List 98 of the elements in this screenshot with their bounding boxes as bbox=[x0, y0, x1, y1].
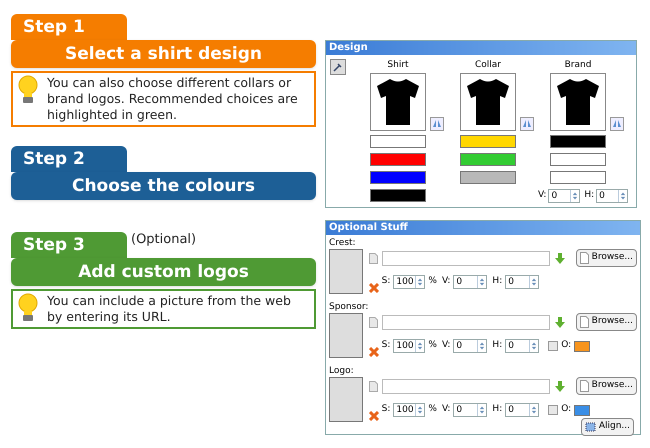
step-banner: Select a shirt design bbox=[11, 40, 316, 68]
percent-label: % bbox=[428, 275, 437, 288]
color-swatch[interactable] bbox=[370, 170, 426, 184]
panel-title: Optional Stuff bbox=[326, 221, 640, 235]
download-arrow-icon bbox=[554, 252, 566, 264]
mirror-button[interactable] bbox=[520, 116, 534, 130]
color-swatch[interactable] bbox=[460, 134, 516, 148]
outline-label: O: bbox=[561, 403, 572, 416]
mirror-icon bbox=[522, 119, 532, 128]
mirror-icon bbox=[612, 119, 622, 128]
browse-button[interactable]: Browse... bbox=[576, 249, 637, 267]
h-label: H: bbox=[492, 403, 502, 416]
row-label: Sponsor: bbox=[329, 302, 370, 313]
h-spinner[interactable]: 0 bbox=[505, 339, 540, 353]
color-swatch[interactable] bbox=[370, 188, 426, 202]
spinner-arrows-icon bbox=[529, 404, 538, 416]
file-icon bbox=[368, 380, 378, 392]
logo-preview bbox=[329, 249, 363, 294]
row-label: Logo: bbox=[329, 366, 355, 377]
logo-preview bbox=[329, 377, 363, 422]
percent-label: % bbox=[428, 339, 437, 352]
percent-label: % bbox=[428, 403, 437, 416]
color-swatch[interactable] bbox=[460, 170, 516, 184]
v-label: V: bbox=[442, 403, 450, 416]
v-spinner[interactable]: 0 bbox=[453, 275, 488, 289]
color-swatch[interactable] bbox=[550, 134, 606, 148]
scale-spinner[interactable]: 100 bbox=[393, 339, 426, 353]
file-icon bbox=[580, 252, 589, 264]
scale-spinner[interactable]: 100 bbox=[393, 275, 426, 289]
url-field[interactable] bbox=[382, 378, 550, 394]
color-swatch[interactable] bbox=[550, 170, 606, 184]
outline-label: O: bbox=[561, 339, 572, 352]
optional-note: (Optional) bbox=[131, 231, 196, 249]
spinner-arrows-icon bbox=[415, 340, 424, 352]
url-field[interactable] bbox=[382, 314, 550, 330]
h-spinner[interactable]: 0 bbox=[505, 275, 540, 289]
column-label: Brand bbox=[564, 59, 592, 72]
color-swatch[interactable] bbox=[460, 152, 516, 166]
url-field[interactable] bbox=[382, 250, 550, 266]
remove-icon[interactable] bbox=[368, 411, 379, 421]
h-label: H: bbox=[492, 275, 502, 288]
h-label: H: bbox=[492, 339, 502, 352]
spinner-arrows-icon bbox=[477, 404, 486, 416]
spinner-arrows-icon bbox=[415, 276, 424, 288]
file-icon bbox=[368, 316, 378, 328]
scale-label: S: bbox=[382, 403, 390, 416]
color-swatch[interactable] bbox=[370, 134, 426, 148]
v-spinner[interactable]: 0 bbox=[453, 339, 488, 353]
spinner-arrows-icon bbox=[529, 276, 538, 288]
color-swatch[interactable] bbox=[550, 152, 606, 166]
outline-checkbox[interactable] bbox=[548, 341, 558, 351]
spinner-arrows-icon bbox=[570, 190, 580, 202]
file-icon bbox=[580, 380, 589, 392]
tip-text: You can also choose different collars or brand logos. Recommended choices are highlighted in green. bbox=[47, 75, 299, 123]
remove-icon[interactable] bbox=[368, 347, 379, 357]
step-banner: Choose the colours bbox=[11, 172, 316, 200]
outline-color-swatch[interactable] bbox=[574, 340, 590, 352]
align-icon bbox=[584, 422, 596, 432]
column-label: Collar bbox=[474, 59, 502, 72]
file-icon bbox=[580, 316, 589, 328]
h-spinner[interactable]: 0 bbox=[505, 403, 540, 417]
mirror-icon bbox=[432, 119, 442, 128]
outline-color-swatch[interactable] bbox=[574, 404, 590, 416]
step-banner: Add custom logos bbox=[11, 258, 316, 286]
panel-title: Design bbox=[326, 41, 636, 55]
mirror-button[interactable] bbox=[610, 116, 624, 130]
scale-spinner[interactable]: 100 bbox=[393, 403, 426, 417]
download-arrow-icon bbox=[554, 316, 566, 328]
scale-label: S: bbox=[382, 275, 390, 288]
v-label: V: bbox=[442, 275, 450, 288]
browse-button[interactable]: Browse... bbox=[576, 313, 637, 331]
lightbulb-icon bbox=[17, 75, 39, 105]
column-label: Shirt bbox=[386, 59, 410, 72]
h-label: H: bbox=[584, 188, 594, 202]
eyedropper-button[interactable] bbox=[330, 59, 346, 75]
color-swatch[interactable] bbox=[370, 152, 426, 166]
v-label: V: bbox=[538, 188, 546, 202]
logo-preview bbox=[329, 313, 363, 358]
v-label: V: bbox=[442, 339, 450, 352]
align-button[interactable]: Align... bbox=[580, 418, 634, 436]
remove-icon[interactable] bbox=[368, 283, 379, 293]
spinner-arrows-icon bbox=[529, 340, 538, 352]
file-icon bbox=[368, 252, 378, 264]
tip-text: You can include a picture from the web by entering its URL. bbox=[47, 292, 292, 324]
mirror-button[interactable] bbox=[430, 116, 444, 130]
spinner-arrows-icon bbox=[415, 404, 424, 416]
spinner-arrows-icon bbox=[477, 340, 486, 352]
row-label: Crest: bbox=[329, 238, 357, 249]
v-spinner[interactable]: 0 bbox=[453, 403, 488, 417]
scale-label: S: bbox=[382, 339, 390, 352]
spinner-arrows-icon bbox=[477, 276, 486, 288]
lightbulb-icon bbox=[17, 292, 39, 322]
download-arrow-icon bbox=[554, 380, 566, 392]
spinner-arrows-icon bbox=[618, 190, 627, 202]
v-spinner[interactable]: 0 bbox=[548, 188, 580, 202]
h-spinner[interactable]: 0 bbox=[596, 188, 628, 202]
browse-button[interactable]: Browse... bbox=[576, 377, 637, 395]
outline-checkbox[interactable] bbox=[548, 405, 558, 415]
